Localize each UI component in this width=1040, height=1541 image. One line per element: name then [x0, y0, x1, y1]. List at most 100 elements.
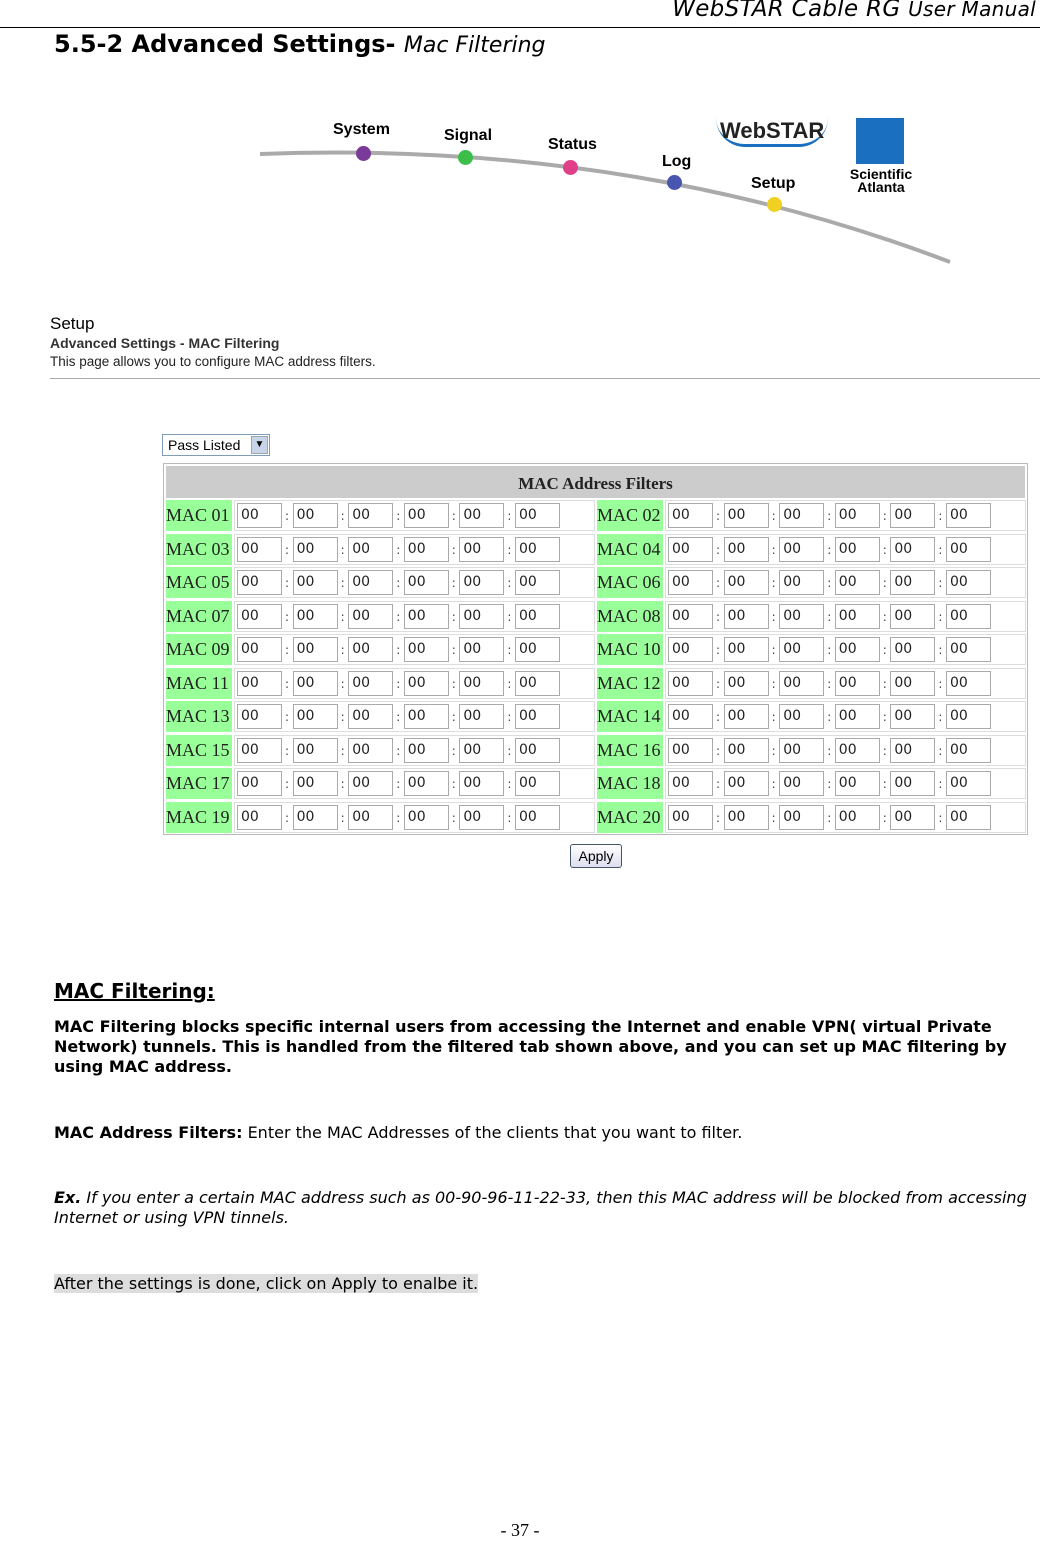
mac-octet-input[interactable]: 00 [237, 570, 282, 595]
mac-octet-input[interactable]: 00 [834, 570, 880, 595]
mac-octet-input[interactable]: 00 [834, 804, 880, 830]
mac-octet-input[interactable]: 00 [723, 771, 769, 796]
mac-octet-input[interactable]: 00 [348, 737, 394, 763]
mac-octet-input[interactable]: 00 [348, 637, 394, 662]
mac-octet-input[interactable]: 00 [723, 804, 769, 830]
mac-octet-input[interactable]: 00 [348, 670, 394, 696]
mac-octet-input[interactable]: 00 [668, 570, 713, 595]
mac-octet-input[interactable]: 00 [459, 536, 505, 562]
mac-octet-input[interactable]: 00 [515, 771, 560, 796]
mac-octet-input[interactable]: 00 [946, 804, 991, 830]
mac-octet-input[interactable]: 00 [237, 771, 282, 796]
nav-setup[interactable]: Setup [751, 175, 795, 193]
mac-octet-input[interactable]: 00 [292, 570, 338, 595]
mac-octet-input[interactable]: 00 [292, 804, 338, 830]
nav-log-dot-icon[interactable] [667, 175, 682, 190]
mac-octet-input[interactable]: 00 [668, 737, 713, 763]
mac-octet-input[interactable]: 00 [890, 503, 936, 528]
mac-octet-input[interactable]: 00 [348, 503, 394, 528]
mac-octet-input[interactable]: 00 [890, 670, 936, 696]
mac-octet-input[interactable]: 00 [292, 771, 338, 796]
mac-octet-input[interactable]: 00 [237, 603, 282, 629]
mac-octet-input[interactable]: 00 [779, 804, 825, 830]
mac-octet-input[interactable]: 00 [668, 536, 713, 562]
mac-octet-input[interactable]: 00 [459, 503, 505, 528]
mac-octet-input[interactable]: 00 [403, 536, 449, 562]
mac-octet-input[interactable]: 00 [779, 771, 825, 796]
mac-octet-input[interactable]: 00 [946, 603, 991, 629]
nav-setup-dot-icon[interactable] [767, 197, 782, 212]
mac-octet-input[interactable]: 00 [779, 503, 825, 528]
mac-octet-input[interactable]: 00 [668, 603, 713, 629]
mac-octet-input[interactable]: 00 [459, 704, 505, 729]
mac-octet-input[interactable]: 00 [403, 570, 449, 595]
mac-octet-input[interactable]: 00 [459, 570, 505, 595]
mac-octet-input[interactable]: 00 [292, 704, 338, 729]
mac-octet-input[interactable]: 00 [834, 771, 880, 796]
mac-octet-input[interactable]: 00 [515, 670, 560, 696]
mac-octet-input[interactable]: 00 [668, 771, 713, 796]
mac-octet-input[interactable]: 00 [459, 603, 505, 629]
mac-octet-input[interactable]: 00 [348, 570, 394, 595]
mac-octet-input[interactable]: 00 [403, 771, 449, 796]
mac-octet-input[interactable]: 00 [292, 503, 338, 528]
mac-octet-input[interactable]: 00 [459, 737, 505, 763]
mac-octet-input[interactable]: 00 [403, 804, 449, 830]
mac-octet-input[interactable]: 00 [834, 737, 880, 763]
mac-octet-input[interactable]: 00 [779, 603, 825, 629]
mac-octet-input[interactable]: 00 [292, 603, 338, 629]
mac-octet-input[interactable]: 00 [459, 804, 505, 830]
mac-octet-input[interactable]: 00 [348, 771, 394, 796]
mac-octet-input[interactable]: 00 [946, 737, 991, 763]
mac-octet-input[interactable]: 00 [515, 603, 560, 629]
mac-octet-input[interactable]: 00 [292, 637, 338, 662]
mac-octet-input[interactable]: 00 [292, 536, 338, 562]
mac-octet-input[interactable]: 00 [459, 771, 505, 796]
mac-octet-input[interactable]: 00 [890, 536, 936, 562]
mac-octet-input[interactable]: 00 [723, 570, 769, 595]
mac-octet-input[interactable]: 00 [779, 737, 825, 763]
mac-octet-input[interactable]: 00 [779, 570, 825, 595]
mac-octet-input[interactable]: 00 [237, 536, 282, 562]
mac-octet-input[interactable]: 00 [890, 737, 936, 763]
nav-system-dot-icon[interactable] [356, 146, 371, 161]
mac-octet-input[interactable]: 00 [348, 603, 394, 629]
mac-octet-input[interactable]: 00 [834, 503, 880, 528]
nav-status[interactable]: Status [548, 136, 597, 154]
mac-octet-input[interactable]: 00 [890, 771, 936, 796]
mac-octet-input[interactable]: 00 [237, 670, 282, 696]
mac-octet-input[interactable]: 00 [723, 637, 769, 662]
mac-octet-input[interactable]: 00 [723, 536, 769, 562]
mac-octet-input[interactable]: 00 [779, 704, 825, 729]
nav-signal-dot-icon[interactable] [458, 150, 473, 165]
nav-status-dot-icon[interactable] [563, 160, 578, 175]
mac-octet-input[interactable]: 00 [890, 603, 936, 629]
mac-octet-input[interactable]: 00 [946, 771, 991, 796]
mac-octet-input[interactable]: 00 [515, 503, 560, 528]
mac-octet-input[interactable]: 00 [515, 536, 560, 562]
mac-octet-input[interactable]: 00 [723, 737, 769, 763]
mac-octet-input[interactable]: 00 [668, 704, 713, 729]
mac-octet-input[interactable]: 00 [237, 704, 282, 729]
mac-octet-input[interactable]: 00 [723, 670, 769, 696]
mac-octet-input[interactable]: 00 [515, 737, 560, 763]
mac-octet-input[interactable]: 00 [403, 704, 449, 729]
mac-octet-input[interactable]: 00 [348, 704, 394, 729]
mac-octet-input[interactable]: 00 [403, 737, 449, 763]
mac-octet-input[interactable]: 00 [515, 637, 560, 662]
mac-octet-input[interactable]: 00 [237, 637, 282, 662]
mac-octet-input[interactable]: 00 [890, 637, 936, 662]
mac-octet-input[interactable]: 00 [946, 637, 991, 662]
apply-button[interactable]: Apply [570, 844, 622, 868]
mac-octet-input[interactable]: 00 [834, 536, 880, 562]
mac-octet-input[interactable]: 00 [834, 670, 880, 696]
mac-octet-input[interactable]: 00 [723, 603, 769, 629]
mac-octet-input[interactable]: 00 [890, 804, 936, 830]
mac-octet-input[interactable]: 00 [515, 570, 560, 595]
mac-octet-input[interactable]: 00 [668, 670, 713, 696]
chevron-down-icon[interactable]: ▼ [251, 436, 268, 454]
mac-octet-input[interactable]: 00 [723, 503, 769, 528]
mac-octet-input[interactable]: 00 [403, 603, 449, 629]
mac-octet-input[interactable]: 00 [668, 637, 713, 662]
mac-octet-input[interactable]: 00 [292, 670, 338, 696]
